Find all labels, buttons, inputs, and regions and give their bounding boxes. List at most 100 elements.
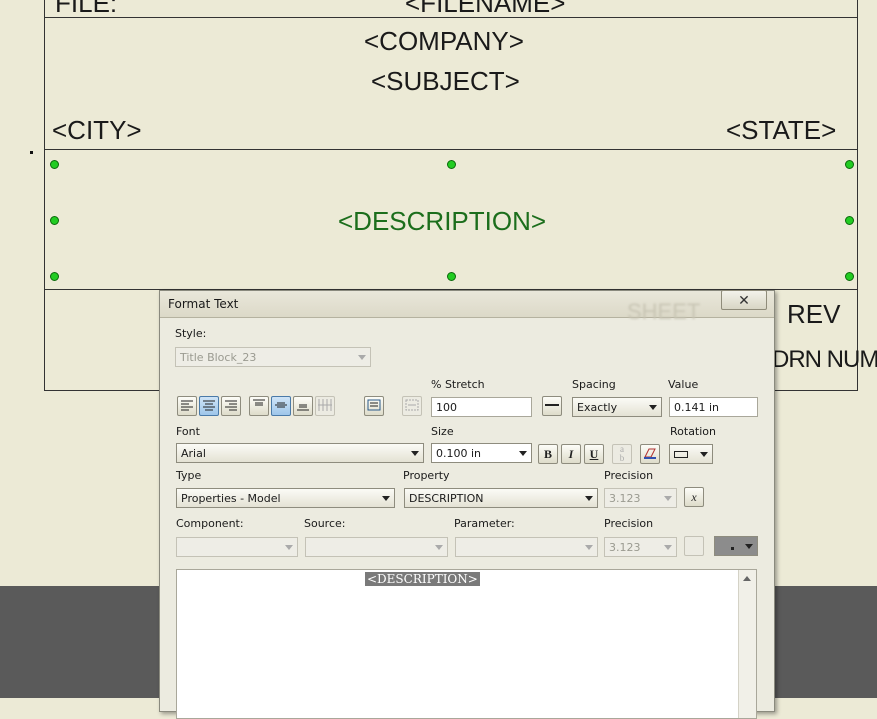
dialog-titlebar[interactable]: Format Text SHEET ✕ [160,290,774,324]
border-row2 [44,149,858,150]
chevron-down-icon [411,451,419,456]
align-center-button[interactable] [199,396,219,416]
component-label: Component: [176,517,244,530]
size-dropdown[interactable]: 0.100 in [431,443,532,463]
subject-field: <SUBJECT> [371,66,520,96]
spacing-dropdown[interactable]: Exactly [572,397,662,417]
property-dropdown[interactable]: DESCRIPTION [404,488,598,508]
chevron-down-icon [700,452,708,457]
state-field: <STATE> [726,115,837,145]
type-label: Type [176,469,202,482]
size-value: 0.100 in [436,447,482,460]
text-editor[interactable]: <DESCRIPTION> [176,569,757,719]
line-spacing-icon [542,396,562,416]
property-value: DESCRIPTION [409,492,484,505]
border-bottom [44,390,160,391]
grip-handle[interactable] [845,272,854,281]
chevron-down-icon [435,545,443,550]
city-field: <CITY> [52,115,142,145]
chevron-down-icon [519,451,527,456]
origin-point [30,151,33,154]
stretch-input[interactable]: 100 [431,397,532,417]
file-label: FILE: [55,0,118,18]
scroll-up-icon[interactable] [743,576,751,581]
text-frame-button[interactable] [364,396,384,416]
italic-button[interactable]: I [561,444,581,464]
text-color-button[interactable] [640,444,660,464]
grip-handle[interactable] [845,160,854,169]
grip-handle[interactable] [50,160,59,169]
valign-top-button[interactable] [249,396,269,416]
dialog-title: Format Text [168,297,239,311]
fit-text-button [402,396,422,416]
chevron-down-icon [585,545,593,550]
precision2-label: Precision [604,517,654,530]
border-right [857,0,858,290]
rev-label: REV [787,299,841,329]
chevron-down-icon [664,545,672,550]
precision2-dropdown: 3.123 [604,537,677,557]
grip-handle[interactable] [50,216,59,225]
stack-fraction-button: ab [612,444,632,464]
parameter-label: Parameter: [454,517,515,530]
grip-handle[interactable] [845,216,854,225]
font-label: Font [176,425,200,438]
border-right-lower [857,289,858,391]
underline-button[interactable]: U [584,444,604,464]
text-scrollbar[interactable] [738,570,756,718]
precision-label: Precision [604,469,654,482]
symbol-dropdown[interactable] [714,536,758,556]
valign-bottom-button[interactable] [293,396,313,416]
property-label: Property [403,469,450,482]
description-field[interactable]: <DESCRIPTION> [338,206,546,237]
style-value: Title Block_23 [180,351,257,364]
chevron-down-icon [649,405,657,410]
precision-dropdown: 3.123 [604,488,677,508]
source-label: Source: [304,517,346,530]
align-right-button[interactable] [221,396,241,416]
parameter-dropdown [455,537,598,557]
value-input[interactable]: 0.141 in [669,397,758,417]
chevron-down-icon [745,544,753,549]
insert-parameter-button [684,536,704,556]
precision-value: 3.123 [609,492,641,505]
style-dropdown: Title Block_23 [175,347,371,367]
chevron-down-icon [664,496,672,501]
source-dropdown [305,537,448,557]
chevron-down-icon [358,355,366,360]
align-left-button[interactable] [177,396,197,416]
size-label: Size [431,425,454,438]
distribute-button [315,396,335,416]
font-value: Arial [181,447,206,460]
style-label: Style: [175,327,207,340]
stretch-label: % Stretch [431,378,485,391]
rotation-label: Rotation [670,425,717,438]
chevron-down-icon [285,545,293,550]
rotation-dropdown[interactable] [669,444,713,464]
component-dropdown [176,537,298,557]
filename-field: <FILENAME> [405,0,566,18]
sheet-label-behind: SHEET [627,299,701,324]
spacing-value: Exactly [577,401,618,414]
valign-middle-button[interactable] [271,396,291,416]
insert-field-button[interactable]: x [684,487,704,507]
format-text-dialog: Format Text SHEET ✕ Style: Title Block_2… [159,290,775,719]
company-field: <COMPANY> [364,26,524,56]
type-dropdown[interactable]: Properties - Model [176,488,395,508]
bold-button[interactable]: B [538,444,558,464]
type-value: Properties - Model [181,492,281,505]
drawing-number-field: DRN NUM [772,346,877,373]
precision2-value: 3.123 [609,541,641,554]
font-dropdown[interactable]: Arial [176,443,424,463]
chevron-down-icon [382,496,390,501]
spacing-label: Spacing [572,378,616,391]
rotation-icon [674,451,688,458]
selected-text[interactable]: <DESCRIPTION> [365,572,480,586]
grip-handle[interactable] [447,272,456,281]
chevron-down-icon [585,496,593,501]
grip-handle[interactable] [447,160,456,169]
border-left [44,0,45,391]
close-button[interactable]: ✕ [721,290,767,310]
grip-handle[interactable] [50,272,59,281]
symbol-icon [731,547,734,550]
